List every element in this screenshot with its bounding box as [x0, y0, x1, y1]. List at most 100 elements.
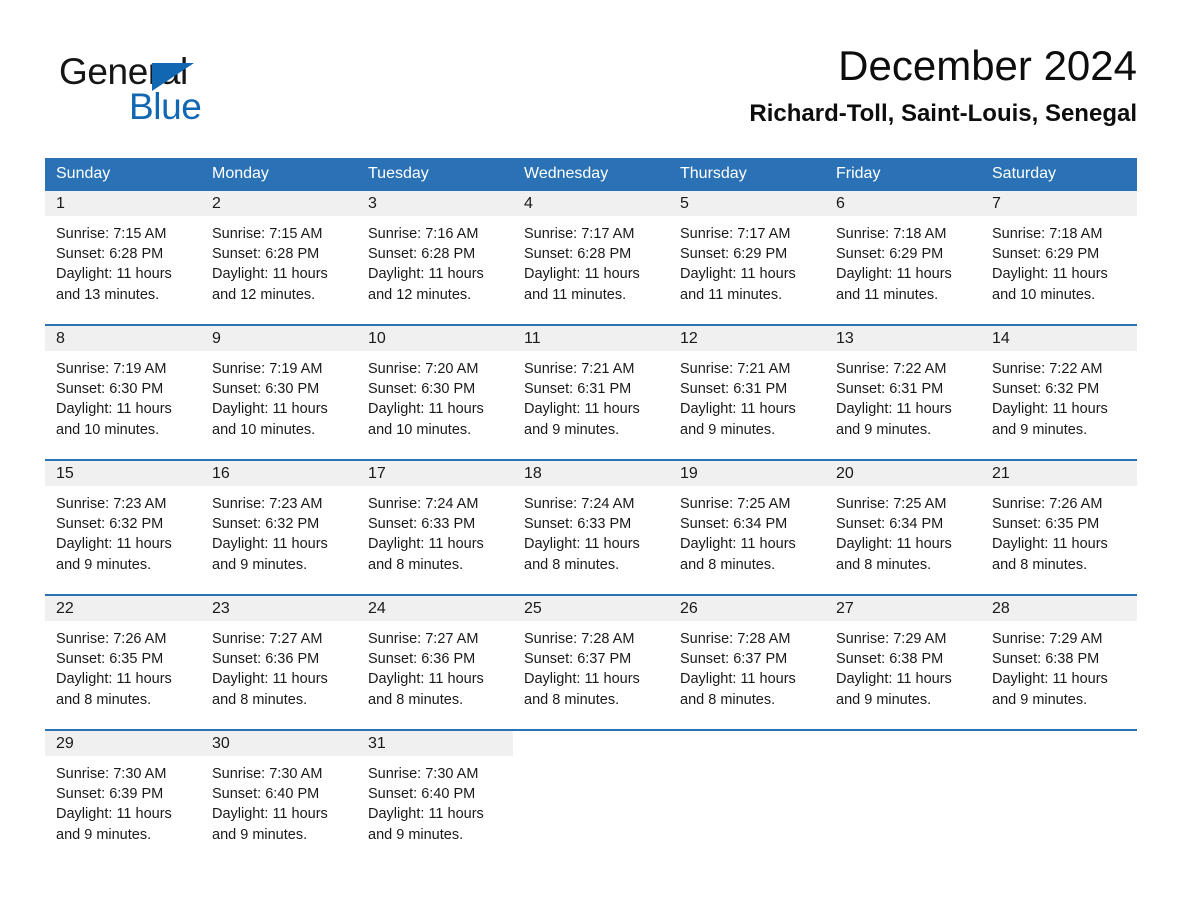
day-details: Sunrise: 7:18 AM Sunset: 6:29 PM Daylight:… — [981, 216, 1137, 305]
weekday-header-row: Sunday Monday Tuesday Wednesday Thursday… — [45, 158, 1137, 191]
calendar-day-cell[interactable]: 13 Sunrise: 7:22 AM Sunset: 6:31 PM Dayligh… — [825, 324, 981, 460]
calendar-week-row: 22 Sunrise: 7:26 AM Sunset: 6:35 PM Dayligh… — [45, 594, 1137, 730]
calendar-day-cell[interactable]: 7 Sunrise: 7:18 AM Sunset: 6:29 PM Daylight… — [981, 191, 1137, 325]
calendar-day-cell[interactable]: 21 Sunrise: 7:26 AM Sunset: 6:35 PM Dayligh… — [981, 459, 1137, 595]
daylight-text: Daylight: 11 hours and 10 minutes. — [56, 401, 172, 438]
calendar-day-cell[interactable]: 8 Sunrise: 7:19 AM Sunset: 6:30 PM Daylight… — [45, 324, 201, 460]
day-number — [981, 731, 1137, 756]
daylight-text: Daylight: 11 hours and 8 minutes. — [524, 671, 640, 708]
logo-text-blue: Blue — [129, 86, 202, 127]
calendar-day-cell[interactable]: 18 Sunrise: 7:24 AM Sunset: 6:33 PM Dayligh… — [513, 459, 669, 595]
day-details: Sunrise: 7:30 AM Sunset: 6:40 PM Daylight:… — [357, 756, 513, 845]
sunset-text: Sunset: 6:30 PM — [56, 381, 164, 398]
sunrise-text: Sunrise: 7:29 AM — [836, 631, 947, 647]
calendar-day-cell[interactable]: 1 Sunrise: 7:15 AM Sunset: 6:28 PM Daylight… — [45, 191, 201, 325]
day-cell-inner: 3 Sunrise: 7:16 AM Sunset: 6:28 PM Daylight… — [357, 191, 513, 324]
day-details: Sunrise: 7:20 AM Sunset: 6:30 PM Daylight:… — [357, 351, 513, 440]
day-details: Sunrise: 7:16 AM Sunset: 6:28 PM Daylight:… — [357, 216, 513, 305]
calendar-day-cell[interactable]: 26 Sunrise: 7:28 AM Sunset: 6:37 PM Dayligh… — [669, 594, 825, 730]
sunset-text: Sunset: 6:30 PM — [212, 381, 320, 398]
calendar-body: 1 Sunrise: 7:15 AM Sunset: 6:28 PM Daylight… — [45, 191, 1137, 856]
calendar-day-cell[interactable]: 17 Sunrise: 7:24 AM Sunset: 6:33 PM Dayligh… — [357, 459, 513, 595]
day-number: 7 — [981, 191, 1137, 216]
calendar-week-row: 1 Sunrise: 7:15 AM Sunset: 6:28 PM Daylight… — [45, 191, 1137, 325]
day-details: Sunrise: 7:29 AM Sunset: 6:38 PM Daylight:… — [825, 621, 981, 710]
calendar-table: Sunday Monday Tuesday Wednesday Thursday… — [45, 158, 1137, 856]
calendar-day-cell[interactable]: 16 Sunrise: 7:23 AM Sunset: 6:32 PM Dayligh… — [201, 459, 357, 595]
calendar-day-cell[interactable]: 3 Sunrise: 7:16 AM Sunset: 6:28 PM Daylight… — [357, 191, 513, 325]
sunrise-text: Sunrise: 7:19 AM — [212, 361, 323, 377]
day-cell-inner: 31 Sunrise: 7:30 AM Sunset: 6:40 PM Dayligh… — [357, 731, 513, 856]
sunset-text: Sunset: 6:29 PM — [836, 246, 944, 263]
day-details: Sunrise: 7:26 AM Sunset: 6:35 PM Daylight:… — [45, 621, 201, 710]
sunrise-text: Sunrise: 7:17 AM — [680, 226, 791, 242]
calendar-day-cell[interactable]: 30 Sunrise: 7:30 AM Sunset: 6:40 PM Dayligh… — [201, 729, 357, 856]
calendar-day-cell[interactable]: 28 Sunrise: 7:29 AM Sunset: 6:38 PM Dayligh… — [981, 594, 1137, 730]
calendar-day-cell[interactable]: 11 Sunrise: 7:21 AM Sunset: 6:31 PM Dayligh… — [513, 324, 669, 460]
calendar-day-cell[interactable]: 5 Sunrise: 7:17 AM Sunset: 6:29 PM Daylight… — [669, 191, 825, 325]
calendar-page: General Blue December 2024 Richard-Toll,… — [0, 0, 1188, 918]
calendar-day-cell[interactable]: 19 Sunrise: 7:25 AM Sunset: 6:34 PM Dayligh… — [669, 459, 825, 595]
day-cell-inner: 25 Sunrise: 7:28 AM Sunset: 6:37 PM Dayligh… — [513, 596, 669, 729]
calendar-day-cell[interactable]: 2 Sunrise: 7:15 AM Sunset: 6:28 PM Daylight… — [201, 191, 357, 325]
calendar-day-cell[interactable]: 20 Sunrise: 7:25 AM Sunset: 6:34 PM Dayligh… — [825, 459, 981, 595]
day-number: 16 — [201, 461, 357, 486]
day-number: 20 — [825, 461, 981, 486]
daylight-text: Daylight: 11 hours and 9 minutes. — [680, 401, 796, 438]
sunrise-text: Sunrise: 7:15 AM — [212, 226, 323, 242]
daylight-text: Daylight: 11 hours and 12 minutes. — [368, 266, 484, 303]
day-details: Sunrise: 7:24 AM Sunset: 6:33 PM Daylight:… — [513, 486, 669, 575]
day-number: 9 — [201, 326, 357, 351]
sunrise-text: Sunrise: 7:29 AM — [992, 631, 1103, 647]
calendar-day-cell[interactable]: 12 Sunrise: 7:21 AM Sunset: 6:31 PM Dayligh… — [669, 324, 825, 460]
calendar-day-cell[interactable]: 27 Sunrise: 7:29 AM Sunset: 6:38 PM Dayligh… — [825, 594, 981, 730]
day-cell-inner: 6 Sunrise: 7:18 AM Sunset: 6:29 PM Daylight… — [825, 191, 981, 324]
daylight-text: Daylight: 11 hours and 8 minutes. — [836, 536, 952, 573]
calendar-day-cell[interactable]: 10 Sunrise: 7:20 AM Sunset: 6:30 PM Dayligh… — [357, 324, 513, 460]
calendar-day-cell[interactable]: 14 Sunrise: 7:22 AM Sunset: 6:32 PM Dayligh… — [981, 324, 1137, 460]
day-cell-inner: 5 Sunrise: 7:17 AM Sunset: 6:29 PM Daylight… — [669, 191, 825, 324]
day-number: 15 — [45, 461, 201, 486]
calendar-day-cell[interactable]: 9 Sunrise: 7:19 AM Sunset: 6:30 PM Daylight… — [201, 324, 357, 460]
day-details: Sunrise: 7:22 AM Sunset: 6:31 PM Daylight:… — [825, 351, 981, 440]
day-details: Sunrise: 7:21 AM Sunset: 6:31 PM Daylight:… — [513, 351, 669, 440]
sunset-text: Sunset: 6:36 PM — [368, 651, 476, 668]
daylight-text: Daylight: 11 hours and 9 minutes. — [836, 401, 952, 438]
daylight-text: Daylight: 11 hours and 9 minutes. — [56, 536, 172, 573]
daylight-text: Daylight: 11 hours and 10 minutes. — [368, 401, 484, 438]
sunrise-text: Sunrise: 7:26 AM — [56, 631, 167, 647]
day-details: Sunrise: 7:23 AM Sunset: 6:32 PM Daylight:… — [45, 486, 201, 575]
sunrise-text: Sunrise: 7:16 AM — [368, 226, 479, 242]
sunset-text: Sunset: 6:37 PM — [680, 651, 788, 668]
daylight-text: Daylight: 11 hours and 8 minutes. — [212, 671, 328, 708]
calendar-day-cell[interactable]: 29 Sunrise: 7:30 AM Sunset: 6:39 PM Dayligh… — [45, 729, 201, 856]
calendar-day-cell[interactable]: 22 Sunrise: 7:26 AM Sunset: 6:35 PM Dayligh… — [45, 594, 201, 730]
daylight-text: Daylight: 11 hours and 8 minutes. — [680, 536, 796, 573]
sunset-text: Sunset: 6:30 PM — [368, 381, 476, 398]
day-number: 2 — [201, 191, 357, 216]
sunrise-text: Sunrise: 7:23 AM — [212, 496, 323, 512]
calendar-day-cell[interactable]: 15 Sunrise: 7:23 AM Sunset: 6:32 PM Dayligh… — [45, 459, 201, 595]
day-number: 11 — [513, 326, 669, 351]
weekday-header-tuesday: Tuesday — [357, 158, 513, 191]
sunrise-text: Sunrise: 7:24 AM — [368, 496, 479, 512]
calendar-day-cell[interactable]: 4 Sunrise: 7:17 AM Sunset: 6:28 PM Daylight… — [513, 191, 669, 325]
calendar-day-cell[interactable]: 24 Sunrise: 7:27 AM Sunset: 6:36 PM Dayligh… — [357, 594, 513, 730]
weekday-header-thursday: Thursday — [669, 158, 825, 191]
calendar-day-cell[interactable]: 31 Sunrise: 7:30 AM Sunset: 6:40 PM Dayligh… — [357, 729, 513, 856]
general-blue-logo[interactable]: General Blue — [59, 50, 319, 136]
sunrise-text: Sunrise: 7:18 AM — [992, 226, 1103, 242]
sunset-text: Sunset: 6:35 PM — [992, 516, 1100, 533]
calendar-grid: Sunday Monday Tuesday Wednesday Thursday… — [45, 158, 1137, 856]
day-number — [669, 731, 825, 756]
sunset-text: Sunset: 6:31 PM — [524, 381, 632, 398]
calendar-day-cell[interactable]: 25 Sunrise: 7:28 AM Sunset: 6:37 PM Dayligh… — [513, 594, 669, 730]
calendar-day-cell[interactable]: 23 Sunrise: 7:27 AM Sunset: 6:36 PM Dayligh… — [201, 594, 357, 730]
day-cell-inner: 17 Sunrise: 7:24 AM Sunset: 6:33 PM Dayligh… — [357, 461, 513, 594]
calendar-day-cell[interactable]: 6 Sunrise: 7:18 AM Sunset: 6:29 PM Daylight… — [825, 191, 981, 325]
sunrise-text: Sunrise: 7:21 AM — [524, 361, 635, 377]
day-cell-inner: 23 Sunrise: 7:27 AM Sunset: 6:36 PM Dayligh… — [201, 596, 357, 729]
sunset-text: Sunset: 6:36 PM — [212, 651, 320, 668]
sunrise-text: Sunrise: 7:18 AM — [836, 226, 947, 242]
day-details: Sunrise: 7:18 AM Sunset: 6:29 PM Daylight:… — [825, 216, 981, 305]
